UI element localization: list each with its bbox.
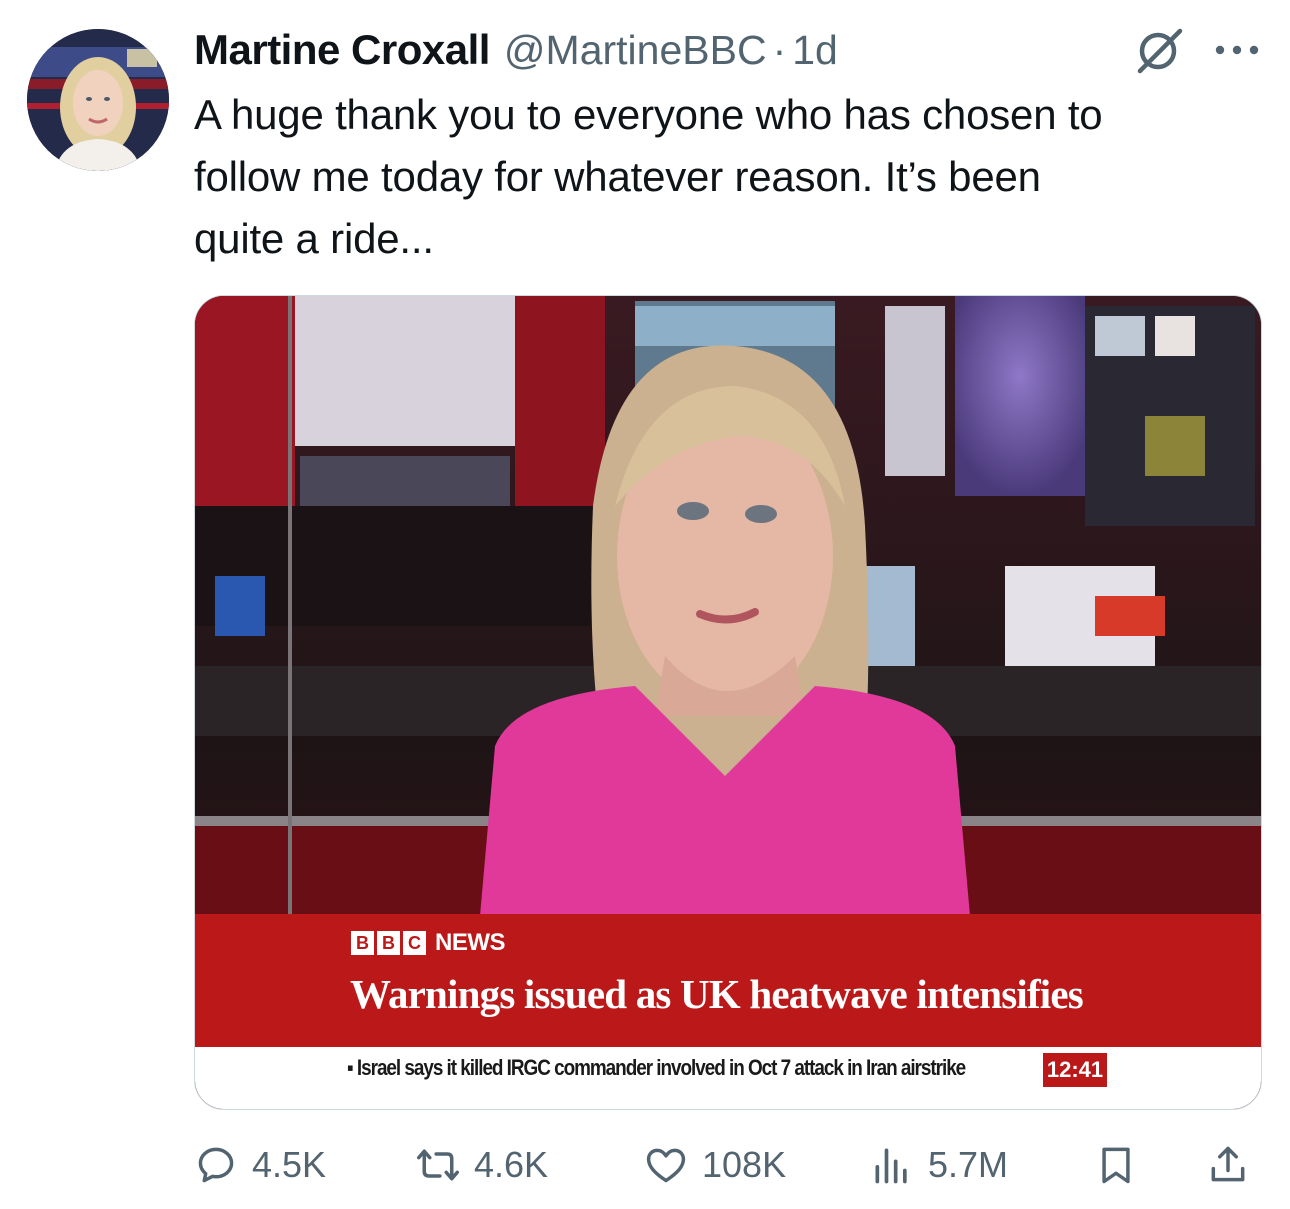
news-lower-third: B B C NEWS Warnings issued as UK heatwav…	[195, 914, 1261, 1047]
news-headline: Warnings issued as UK heatwave intensifi…	[350, 971, 1084, 1017]
news-ticker: ▪ Israel says it killed IRGC commander i…	[195, 1047, 1261, 1109]
bbc-logo-word: NEWS	[435, 929, 506, 956]
reply-count: 4.5K	[252, 1144, 327, 1185]
tweet-header: Martine Croxall @MartineBBC · 1d	[194, 22, 838, 78]
reply-icon	[198, 1147, 234, 1183]
bookmark-button[interactable]	[1094, 1133, 1138, 1197]
author-name[interactable]: Martine Croxall	[194, 26, 490, 74]
bookmark-icon	[1102, 1147, 1130, 1184]
like-button[interactable]: 108K	[644, 1133, 786, 1197]
repost-icon	[417, 1149, 459, 1181]
views-count: 5.7M	[928, 1144, 1009, 1185]
bbc-logo-letter: C	[403, 931, 426, 955]
repost-count: 4.6K	[474, 1144, 549, 1185]
heart-icon	[646, 1148, 686, 1183]
ticker-text: ▪ Israel says it killed IRGC commander i…	[347, 1055, 966, 1080]
ticker-clock: 12:41	[1043, 1053, 1107, 1087]
tweet-timestamp[interactable]: 1d	[792, 27, 838, 74]
reply-button[interactable]: 4.5K	[194, 1133, 326, 1197]
avatar-image	[27, 29, 169, 171]
repost-button[interactable]: 4.6K	[416, 1133, 548, 1197]
header-separator: ·	[772, 26, 787, 73]
tweet-text: A huge thank you to everyone who has cho…	[194, 91, 1103, 262]
bbc-news-logo: B B C NEWS	[351, 928, 506, 958]
tweet-actions: 4.5K 4.6K 108K 5.7M	[194, 1133, 1264, 1197]
more-icon[interactable]	[1212, 40, 1262, 60]
avatar[interactable]	[27, 29, 169, 171]
bbc-logo-letter: B	[377, 931, 400, 955]
share-icon	[1211, 1146, 1245, 1182]
grok-icon[interactable]	[1134, 27, 1186, 75]
views-icon	[875, 1148, 907, 1184]
bbc-logo-letter: B	[351, 931, 374, 955]
views-button[interactable]: 5.7M	[870, 1133, 1008, 1197]
share-button[interactable]	[1206, 1133, 1250, 1197]
tweet-media[interactable]: B B C NEWS Warnings issued as UK heatwav…	[194, 295, 1262, 1110]
like-count: 108K	[702, 1144, 787, 1185]
author-handle[interactable]: @MartineBBC	[504, 27, 767, 74]
